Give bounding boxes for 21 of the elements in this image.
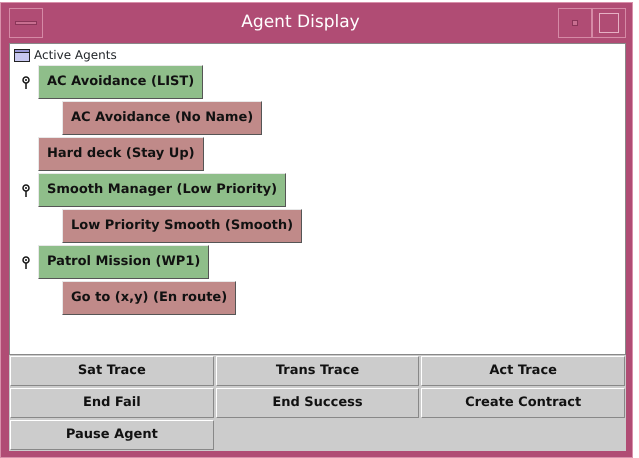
action-button[interactable]: Pause Agent (10, 420, 214, 450)
folder-icon (14, 48, 30, 62)
agent-node[interactable]: Smooth Manager (Low Priority) (38, 173, 286, 207)
window-title: Agent Display (240, 11, 361, 34)
agent-node[interactable]: AC Avoidance (No Name) (62, 101, 262, 135)
agent-node[interactable]: Patrol Mission (WP1) (38, 245, 210, 279)
action-button[interactable]: End Fail (10, 388, 214, 418)
tree-root-label[interactable]: Active Agents (34, 46, 117, 64)
action-button[interactable]: Trans Trace (216, 356, 420, 386)
pin-icon[interactable] (22, 76, 30, 88)
agent-node[interactable]: AC Avoidance (LIST) (38, 65, 204, 99)
action-button[interactable]: End Success (216, 388, 420, 418)
pin-icon[interactable] (22, 184, 30, 196)
action-button[interactable]: Act Trace (421, 356, 625, 386)
action-button[interactable]: Create Contract (421, 388, 625, 418)
maximize-button[interactable] (599, 13, 619, 33)
pin-icon[interactable] (22, 256, 30, 268)
agent-node[interactable]: Hard deck (Stay Up) (38, 137, 204, 171)
action-button[interactable]: Sat Trace (10, 356, 214, 386)
agent-node[interactable]: Go to (x,y) (En route) (62, 281, 236, 315)
agent-node[interactable]: Low Priority Smooth (Smooth) (62, 209, 302, 243)
